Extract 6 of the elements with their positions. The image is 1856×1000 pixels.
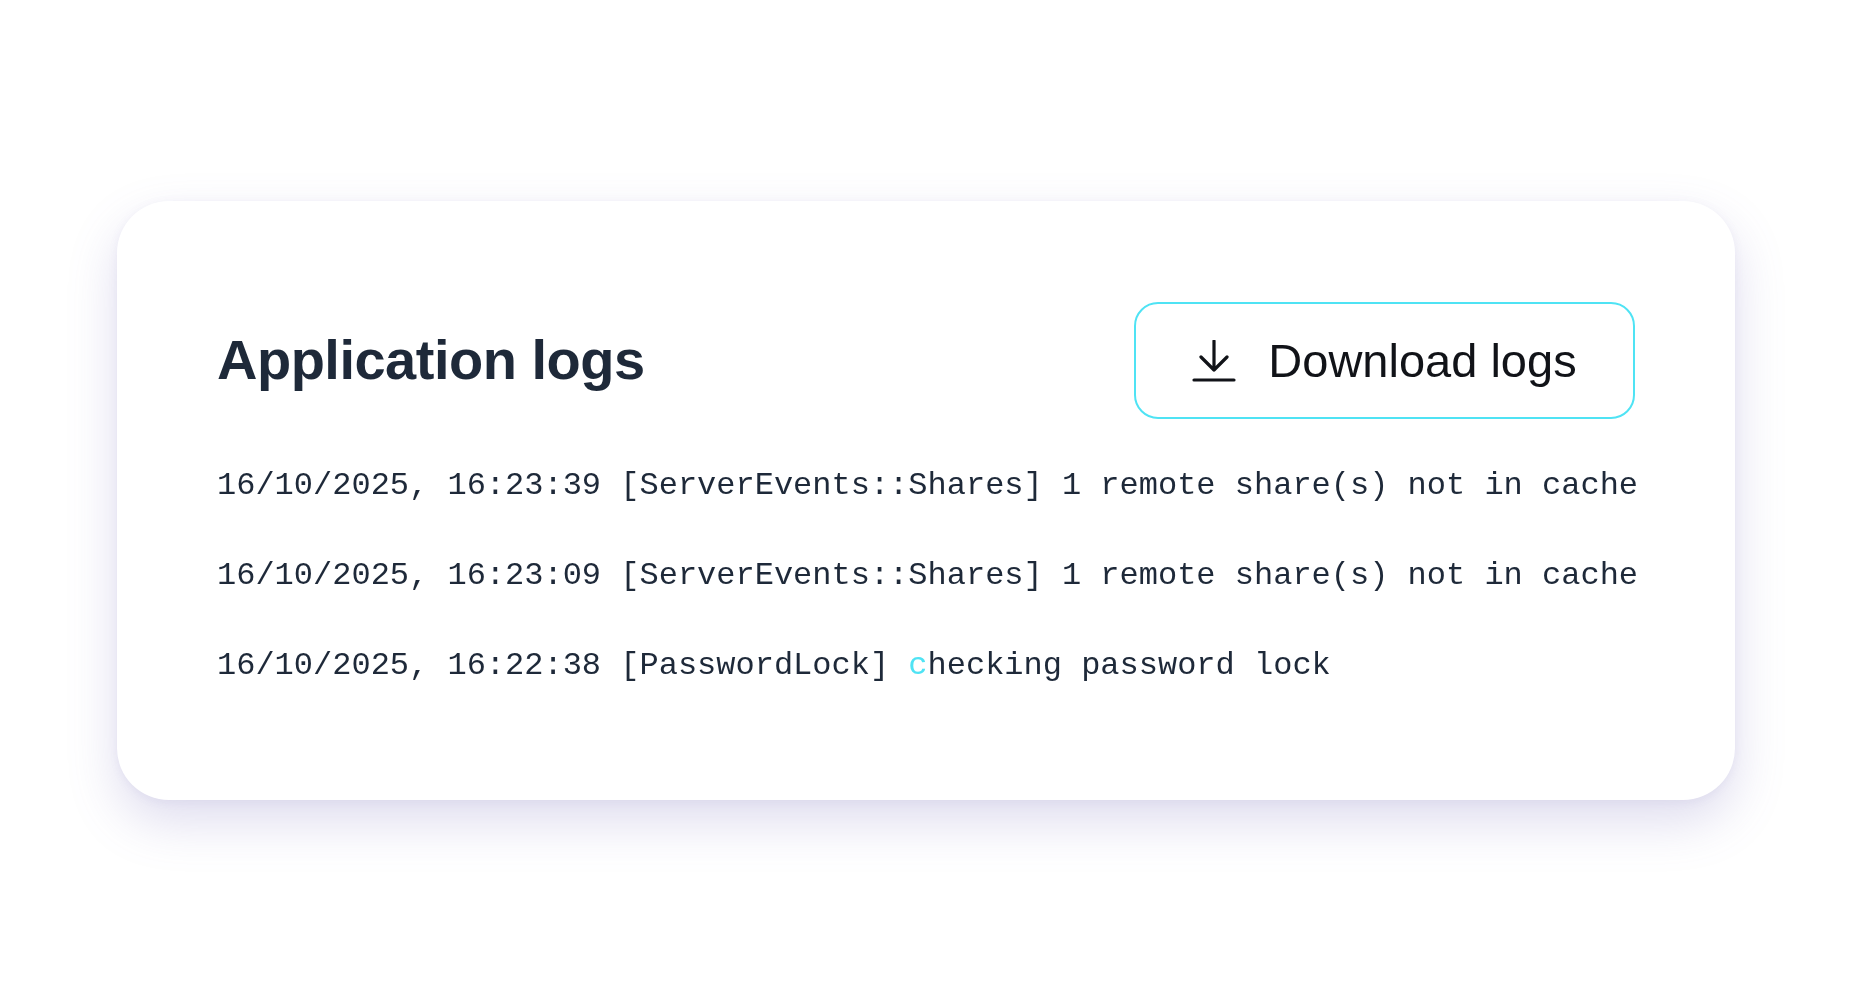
log-line: 16/10/2025, 16:22:38 [PasswordLock] checking password lock <box>217 646 1331 686</box>
download-icon <box>1192 339 1237 382</box>
card-title: Application logs <box>217 328 645 393</box>
download-logs-button[interactable]: Download logs <box>1134 302 1635 419</box>
log-line: 16/10/2025, 16:23:09 [ServerEvents::Shares] 1 remote share(s) not in cache <box>217 556 1639 596</box>
log-line: 16/10/2025, 16:23:39 [ServerEvents::Shares] 1 remote share(s) not in cache <box>217 466 1639 506</box>
